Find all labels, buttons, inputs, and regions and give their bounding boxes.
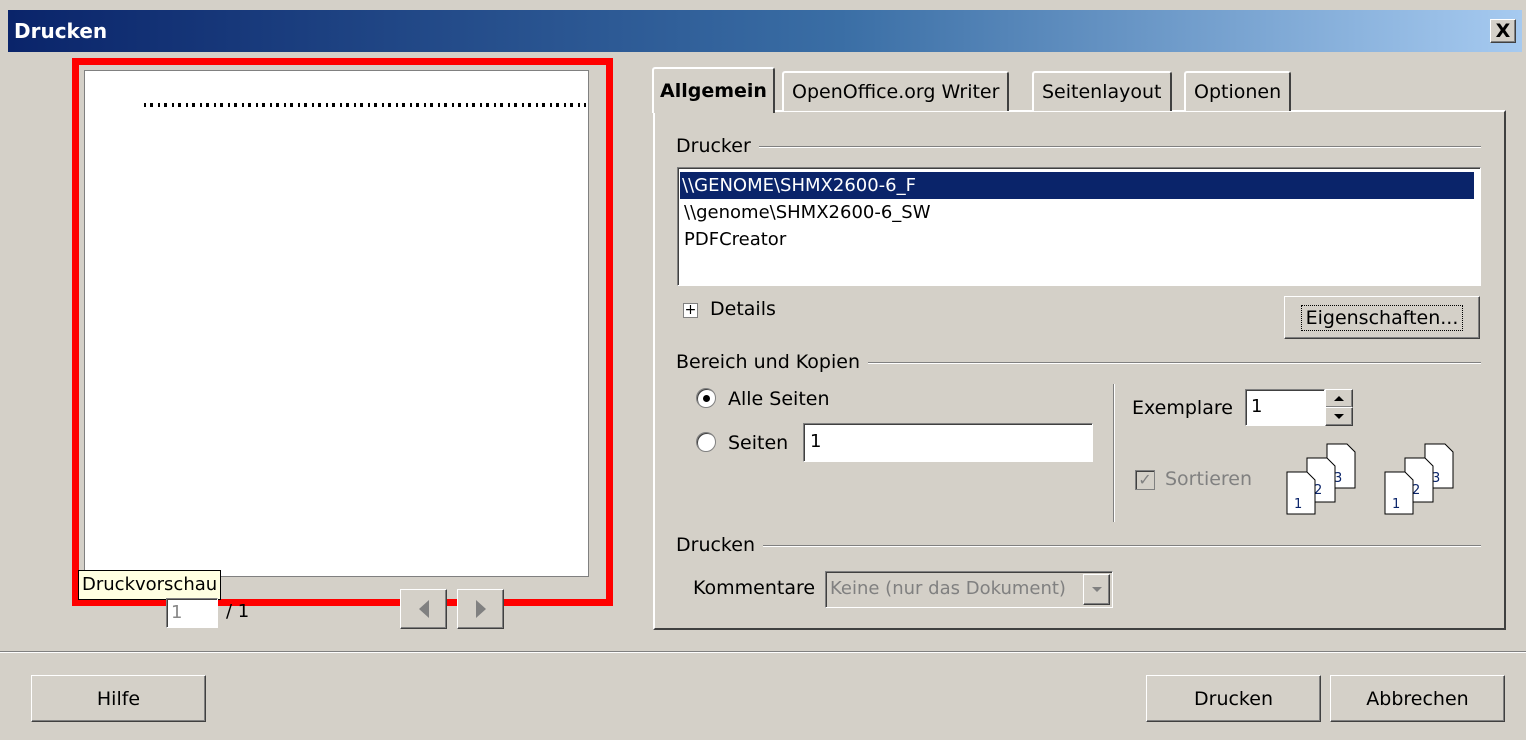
preview-tooltip: Druckvorschau	[78, 570, 222, 600]
bottom-divider	[0, 651, 1526, 653]
tab-allgemein[interactable]: Allgemein	[652, 67, 775, 113]
printer-group-label: Drucker	[676, 135, 759, 157]
help-button[interactable]: Hilfe	[31, 675, 206, 722]
range-group-label: Bereich und Kopien	[676, 351, 869, 373]
close-icon: X	[1495, 19, 1511, 42]
print-group-divider	[676, 545, 1481, 547]
print-group-label: Drucken	[676, 534, 763, 556]
preview-page-total: / 1	[226, 601, 250, 622]
next-page-button[interactable]	[457, 589, 504, 629]
arrow-left-icon	[418, 600, 429, 618]
tab-openoffice-writer[interactable]: OpenOffice.org Writer	[782, 71, 1010, 111]
tab-seitenlayout[interactable]: Seitenlayout	[1032, 71, 1172, 111]
printer-group-divider	[676, 146, 1481, 148]
close-button[interactable]: X	[1490, 19, 1516, 43]
title-bar: Drucken X	[8, 10, 1522, 52]
previous-page-button[interactable]	[400, 589, 447, 629]
tab-optionen[interactable]: Optionen	[1184, 71, 1292, 111]
preview-page-input[interactable]: 1	[166, 598, 218, 628]
arrow-right-icon	[475, 600, 486, 618]
window-title: Drucken	[14, 19, 108, 43]
print-button[interactable]: Drucken	[1146, 675, 1321, 722]
preview-highlight-frame	[72, 58, 613, 606]
cancel-button[interactable]: Abbrechen	[1330, 675, 1505, 722]
